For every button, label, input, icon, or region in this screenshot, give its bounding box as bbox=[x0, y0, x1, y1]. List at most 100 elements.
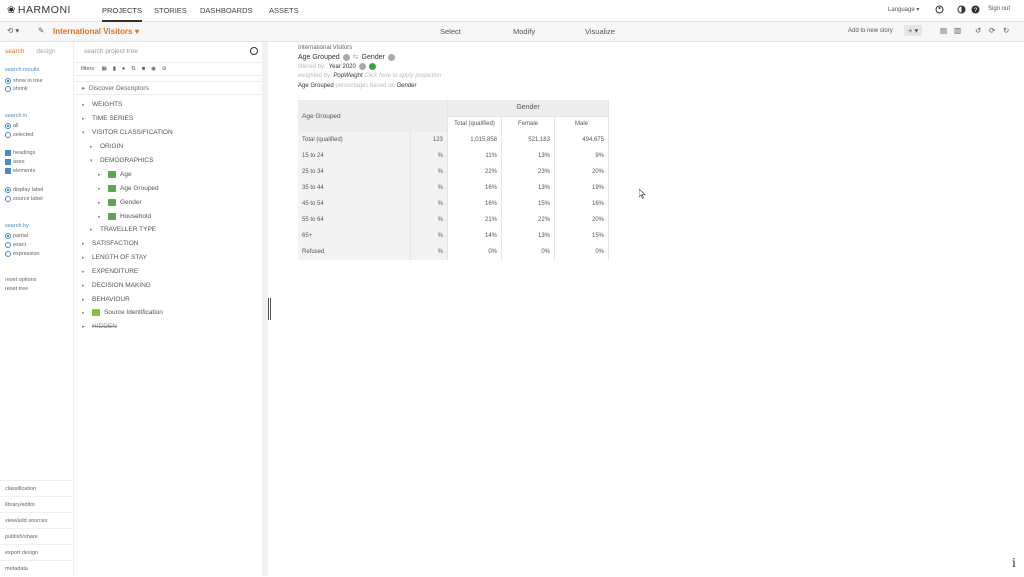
row-label[interactable]: 15 to 24 bbox=[298, 148, 411, 164]
nav-stories[interactable]: STORIES bbox=[154, 6, 187, 15]
remove-filter-icon[interactable] bbox=[358, 63, 366, 70]
tree-item-traveller-type[interactable]: ▸ TRAVELLER TYPE bbox=[90, 226, 156, 233]
row-label[interactable]: 35 to 44 bbox=[298, 180, 411, 196]
weight-value[interactable]: PopWeight bbox=[333, 73, 362, 79]
elements-checkbox[interactable]: elements bbox=[5, 168, 35, 174]
nav-assets[interactable]: ASSETS bbox=[269, 6, 299, 15]
eye-hidden-filter-icon[interactable]: ⊘ bbox=[162, 66, 167, 72]
tree-item-satisfaction[interactable]: ▸ SATISFACTION bbox=[82, 240, 138, 247]
remove-column-variable-icon[interactable] bbox=[387, 53, 395, 61]
tab-design[interactable]: design bbox=[36, 48, 55, 55]
export-word-icon[interactable]: ▤ bbox=[940, 26, 947, 35]
projection-link[interactable]: Click here to apply projection bbox=[364, 73, 441, 79]
language-dropdown[interactable]: Language ▾ bbox=[888, 6, 919, 13]
all-radio[interactable]: all bbox=[5, 123, 19, 129]
reset-options-link[interactable]: reset options bbox=[5, 277, 37, 283]
column-header[interactable]: Total (qualified) bbox=[447, 115, 502, 132]
percent-base-variable[interactable]: Age Grouped bbox=[298, 83, 334, 89]
tree-item-age-grouped[interactable]: ▸ Age Grouped bbox=[98, 185, 159, 192]
publish-share-link[interactable]: publish/share bbox=[0, 528, 74, 544]
eye-filter-icon[interactable]: ◉ bbox=[151, 66, 156, 72]
metadata-link[interactable]: metadata bbox=[0, 560, 74, 576]
selected-radio[interactable]: selected bbox=[5, 132, 34, 138]
harmoni-logo[interactable]: ❀ HARMONI bbox=[7, 4, 71, 16]
exact-radio[interactable]: exact bbox=[5, 242, 26, 248]
tree-item-behaviour[interactable]: ▸ BEHAVIOUR bbox=[82, 296, 130, 303]
pin-filter-icon[interactable]: ● bbox=[122, 66, 125, 72]
row-label[interactable]: 25 to 34 bbox=[298, 164, 411, 180]
grid-filter-icon[interactable]: ▦ bbox=[102, 66, 107, 72]
remove-row-variable-icon[interactable] bbox=[342, 53, 350, 61]
visualize-tab[interactable]: Visualize bbox=[585, 27, 615, 36]
tree-item-demographics[interactable]: ▾ DEMOGRAPHICS bbox=[90, 157, 153, 164]
row-label[interactable]: Total (qualified) bbox=[298, 132, 411, 148]
filter-value[interactable]: Year 2020 bbox=[329, 64, 356, 70]
tree-search-input[interactable]: search project tree bbox=[79, 45, 259, 59]
tree-item-gender[interactable]: ▸ Gender bbox=[98, 199, 142, 206]
library-editor-link[interactable]: library/editor bbox=[0, 496, 74, 512]
select-tab[interactable]: Select bbox=[440, 27, 461, 36]
edit-pencil-icon[interactable]: ✎ bbox=[38, 26, 44, 35]
bar-filter-icon[interactable]: ▮ bbox=[113, 66, 116, 72]
tab-search[interactable]: search bbox=[5, 48, 25, 55]
partial-radio[interactable]: partial bbox=[5, 233, 28, 239]
tree-item-decision-making[interactable]: ▸ DECISION MAKING bbox=[82, 282, 151, 289]
row-label[interactable]: Refused bbox=[298, 244, 411, 260]
display-label-radio[interactable]: display label bbox=[5, 187, 43, 193]
export-design-link[interactable]: export design bbox=[0, 544, 74, 560]
row-label[interactable]: 65+ bbox=[298, 228, 411, 244]
view-add-sources-link[interactable]: view/add sources bbox=[0, 512, 74, 528]
help-icon[interactable]: ? bbox=[971, 5, 980, 14]
headings-checkbox[interactable]: headings bbox=[5, 150, 35, 156]
modify-tab[interactable]: Modify bbox=[513, 27, 535, 36]
tree-item-origin[interactable]: ▸ ORIGIN bbox=[90, 143, 123, 150]
tree-item-household[interactable]: ▸ Household bbox=[98, 213, 151, 220]
add-filter-icon[interactable] bbox=[368, 63, 376, 70]
column-header[interactable]: Female bbox=[501, 115, 555, 132]
column-group-header[interactable]: Gender bbox=[447, 100, 609, 116]
panel-splitter-handle[interactable] bbox=[268, 298, 271, 320]
favorite-heart-icon[interactable]: ♥ bbox=[135, 27, 140, 36]
row-label[interactable]: 45 to 54 bbox=[298, 196, 411, 212]
block-filter-icon[interactable]: ■ bbox=[142, 66, 145, 72]
story-title[interactable]: International Visitors ♥ bbox=[53, 27, 139, 36]
nav-projects[interactable]: PROJECTS bbox=[102, 6, 143, 22]
tree-item-weights[interactable]: ▸ WEIGHTS bbox=[82, 101, 122, 108]
shrink-radio[interactable]: shrink bbox=[5, 86, 28, 92]
info-icon[interactable]: i bbox=[1012, 556, 1016, 572]
redo-icon[interactable]: ↻ bbox=[1003, 26, 1009, 35]
tree-item-time-series[interactable]: ▸ TIME SERIES bbox=[82, 115, 133, 122]
tree-item-expenditure[interactable]: ▸ EXPENDITURE bbox=[82, 268, 138, 275]
tree-item-visitor-classification[interactable]: ▾ VISITOR CLASSIFICATION bbox=[82, 129, 173, 136]
tree-item-source-identification[interactable]: ▸ Source Identification bbox=[82, 309, 163, 316]
row-variable[interactable]: Age Grouped bbox=[298, 54, 340, 61]
discover-descriptors[interactable]: ▸ Discover Descriptors bbox=[74, 81, 264, 95]
contrast-icon[interactable] bbox=[957, 5, 966, 14]
tree-item-age[interactable]: ▸ Age bbox=[98, 171, 132, 178]
expression-radio[interactable]: expression bbox=[5, 251, 40, 257]
axes-checkbox[interactable]: axes bbox=[5, 159, 25, 165]
add-to-new-story-link[interactable]: Add to new story bbox=[848, 28, 893, 34]
export-excel-icon[interactable]: ▥ bbox=[954, 26, 961, 35]
refresh-icon[interactable]: ⟳ bbox=[989, 26, 995, 35]
row-label[interactable]: 55 to 64 bbox=[298, 212, 411, 228]
add-plus-dropdown-icon[interactable]: + ▾ bbox=[904, 25, 923, 36]
accessibility-icon[interactable] bbox=[935, 5, 944, 14]
reset-tree-link[interactable]: reset tree bbox=[5, 286, 28, 292]
classification-link[interactable]: classification bbox=[0, 480, 74, 496]
column-header[interactable]: Male bbox=[554, 115, 609, 132]
source-label-radio[interactable]: source label bbox=[5, 196, 43, 202]
show-in-tree-radio[interactable]: show in tree bbox=[5, 78, 43, 84]
percent-base-column[interactable]: Gender bbox=[396, 83, 416, 89]
swap-axes-icon[interactable]: ⇆ bbox=[353, 53, 359, 61]
sign-out-link[interactable]: Sign out bbox=[988, 6, 1010, 12]
undo-dropdown-icon[interactable]: ⟲ ▾ bbox=[7, 26, 19, 35]
tree-filters: filters: ▦ ▮ ● ⇅ ■ ◉ ⊘ bbox=[74, 62, 264, 76]
tree-item-length-of-stay[interactable]: ▸ LENGTH OF STAY bbox=[82, 254, 147, 261]
undo-icon[interactable]: ↺ bbox=[975, 26, 981, 35]
search-icon[interactable] bbox=[250, 47, 258, 55]
column-variable[interactable]: Gender bbox=[362, 54, 385, 61]
nav-dashboards[interactable]: DASHBOARDS bbox=[200, 6, 253, 15]
sort-filter-icon[interactable]: ⇅ bbox=[131, 66, 136, 72]
tree-item-hidden[interactable]: ▸ HIDDEN bbox=[82, 323, 117, 330]
